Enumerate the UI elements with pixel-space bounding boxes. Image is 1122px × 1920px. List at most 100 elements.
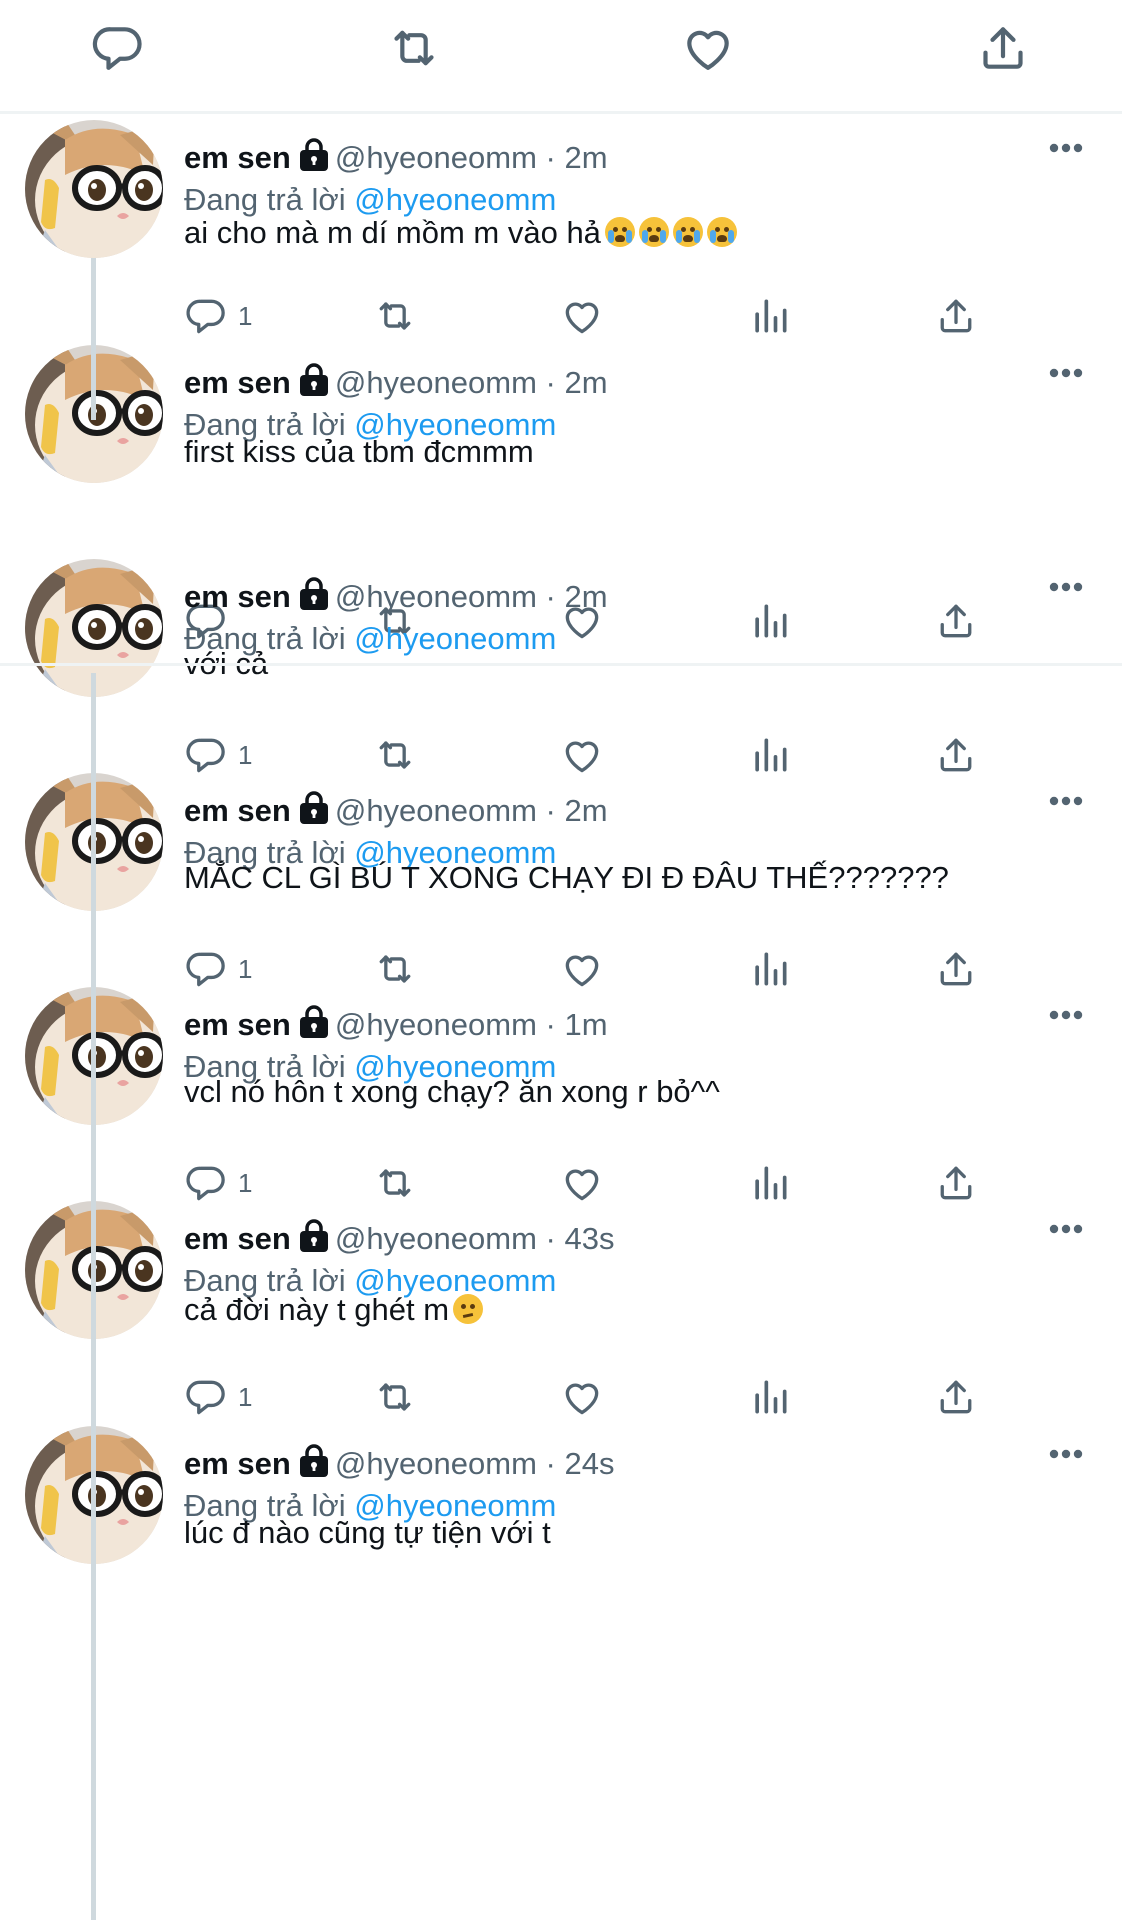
reply-icon[interactable] [185, 1161, 229, 1205]
like-icon[interactable] [560, 1161, 604, 1205]
tweet-header: em sen @hyeoneomm · 1m [184, 1005, 608, 1045]
reply-count: 1 [238, 954, 253, 984]
timestamp[interactable]: 2m [564, 365, 607, 400]
share-icon[interactable] [975, 20, 1031, 76]
thread-divider [0, 663, 1122, 666]
meta-separator: · [545, 365, 556, 400]
handle[interactable]: @hyeoneomm [335, 1221, 537, 1256]
display-name[interactable]: em sen [184, 1446, 291, 1481]
tweet-text: first kiss của tbm đcmmm [184, 432, 534, 472]
meta-separator: · [545, 793, 556, 828]
timestamp[interactable]: 1m [564, 1007, 607, 1042]
more-options-icon[interactable] [1048, 581, 1084, 593]
more-options-icon[interactable] [1048, 367, 1084, 379]
reply-icon[interactable] [185, 1375, 229, 1419]
tweet[interactable]: em sen @hyeoneomm · 24s Đang trả lời @hyeo… [0, 1426, 1122, 1636]
display-name[interactable]: em sen [184, 579, 291, 614]
like-icon[interactable] [560, 947, 604, 991]
reply-icon[interactable] [185, 294, 229, 338]
mention-link[interactable]: @hyeoneomm [354, 621, 556, 656]
more-options-icon[interactable] [1048, 1223, 1084, 1235]
thread-connector-line [91, 1316, 96, 1576]
tweet-header: em sen @hyeoneomm · 43s [184, 1219, 614, 1259]
more-options-icon[interactable] [1048, 795, 1084, 807]
reply-icon[interactable] [185, 947, 229, 991]
retweet-icon[interactable] [373, 1161, 417, 1205]
share-icon[interactable] [934, 1161, 978, 1205]
retweet-icon[interactable] [373, 733, 417, 777]
display-name[interactable]: em sen [184, 140, 291, 175]
like-icon[interactable] [560, 1375, 604, 1419]
timestamp[interactable]: 43s [564, 1221, 614, 1256]
reply-count: 1 [238, 1168, 253, 1198]
timestamp[interactable]: 2m [564, 793, 607, 828]
tweet-header: em sen @hyeoneomm · 2m [184, 791, 608, 831]
more-options-icon[interactable] [1048, 142, 1084, 154]
tweet-text-content: first kiss của tbm đcmmm [184, 434, 534, 469]
tweet-text-content: lúc đ nào cũng tự tiện với t [184, 1515, 551, 1550]
timestamp[interactable]: 2m [564, 140, 607, 175]
handle[interactable]: @hyeoneomm [335, 793, 537, 828]
views-icon[interactable] [748, 733, 792, 777]
tweet-text-content: ai cho mà m dí mồm m vào hả [184, 215, 601, 250]
share-icon[interactable] [934, 1375, 978, 1419]
retweet-icon[interactable] [373, 294, 417, 338]
tweet-header: em sen @hyeoneomm · 2m [184, 363, 608, 403]
loudly-crying-face-icon [672, 217, 703, 247]
display-name[interactable]: em sen [184, 365, 291, 400]
reply-count: 1 [238, 740, 253, 770]
handle[interactable]: @hyeoneomm [335, 1446, 537, 1481]
like-icon[interactable] [680, 20, 736, 76]
share-icon[interactable] [934, 294, 978, 338]
retweet-icon[interactable] [386, 20, 442, 76]
avatar[interactable] [25, 120, 163, 258]
tweet[interactable]: em sen @hyeoneomm · 2m Đang trả lời @hyeon… [0, 345, 1122, 639]
meta-separator: · [545, 140, 556, 175]
confused-face-icon [453, 1294, 484, 1324]
views-icon[interactable] [748, 294, 792, 338]
views-icon[interactable] [748, 947, 792, 991]
main-tweet-action-bar [0, 0, 1122, 114]
handle[interactable]: @hyeoneomm [335, 1007, 537, 1042]
tweet-header: em sen @hyeoneomm · 2m [184, 577, 608, 617]
display-name[interactable]: em sen [184, 793, 291, 828]
timestamp[interactable]: 2m [564, 579, 607, 614]
tweet-text: MẮC CL GÌ BÚ T XONG CHẠY ĐI Đ ĐÂU THẾ???… [184, 858, 949, 898]
like-icon[interactable] [560, 294, 604, 338]
replying-prefix: Đang trả lời [184, 182, 346, 217]
reply-count: 1 [238, 1382, 253, 1412]
display-name[interactable]: em sen [184, 1007, 291, 1042]
loudly-crying-face-icon [638, 217, 669, 247]
handle[interactable]: @hyeoneomm [335, 140, 537, 175]
more-options-icon[interactable] [1048, 1009, 1084, 1021]
views-icon[interactable] [748, 1161, 792, 1205]
timestamp[interactable]: 24s [564, 1446, 614, 1481]
loudly-crying-face-icon [604, 217, 635, 247]
like-icon[interactable] [560, 733, 604, 777]
tweet[interactable]: em sen @hyeoneomm · 2m Đang trả lời @hyeon… [0, 773, 1122, 987]
share-icon[interactable] [934, 733, 978, 777]
meta-separator: · [545, 1446, 556, 1481]
lock-icon [299, 363, 329, 397]
mention-link[interactable]: @hyeoneomm [354, 182, 556, 217]
tweet-text-content: MẮC CL GÌ BÚ T XONG CHẠY ĐI Đ ĐÂU THẾ???… [184, 860, 949, 895]
tweet[interactable]: em sen @hyeoneomm · 43s Đang trả lời @hyeo… [0, 1201, 1122, 1415]
more-options-icon[interactable] [1048, 1448, 1084, 1460]
tweet-text: lúc đ nào cũng tự tiện với t [184, 1513, 551, 1553]
handle[interactable]: @hyeoneomm [335, 579, 537, 614]
views-icon[interactable] [748, 1375, 792, 1419]
handle[interactable]: @hyeoneomm [335, 365, 537, 400]
thread-connector-line [91, 1540, 96, 1920]
retweet-icon[interactable] [373, 1375, 417, 1419]
tweet[interactable]: em sen @hyeoneomm · 1m Đang trả lời @hyeon… [0, 987, 1122, 1201]
retweet-icon[interactable] [373, 947, 417, 991]
share-icon[interactable] [934, 947, 978, 991]
reply-icon[interactable] [185, 733, 229, 777]
lock-icon [299, 138, 329, 172]
lock-icon [299, 1444, 329, 1478]
thread-connector-line [91, 258, 96, 420]
reply-icon[interactable] [91, 20, 147, 76]
display-name[interactable]: em sen [184, 1221, 291, 1256]
loudly-crying-face-icon [706, 217, 737, 247]
tweet[interactable]: em sen @hyeoneomm · 2m Đang trả lời @hyeon… [0, 120, 1122, 334]
